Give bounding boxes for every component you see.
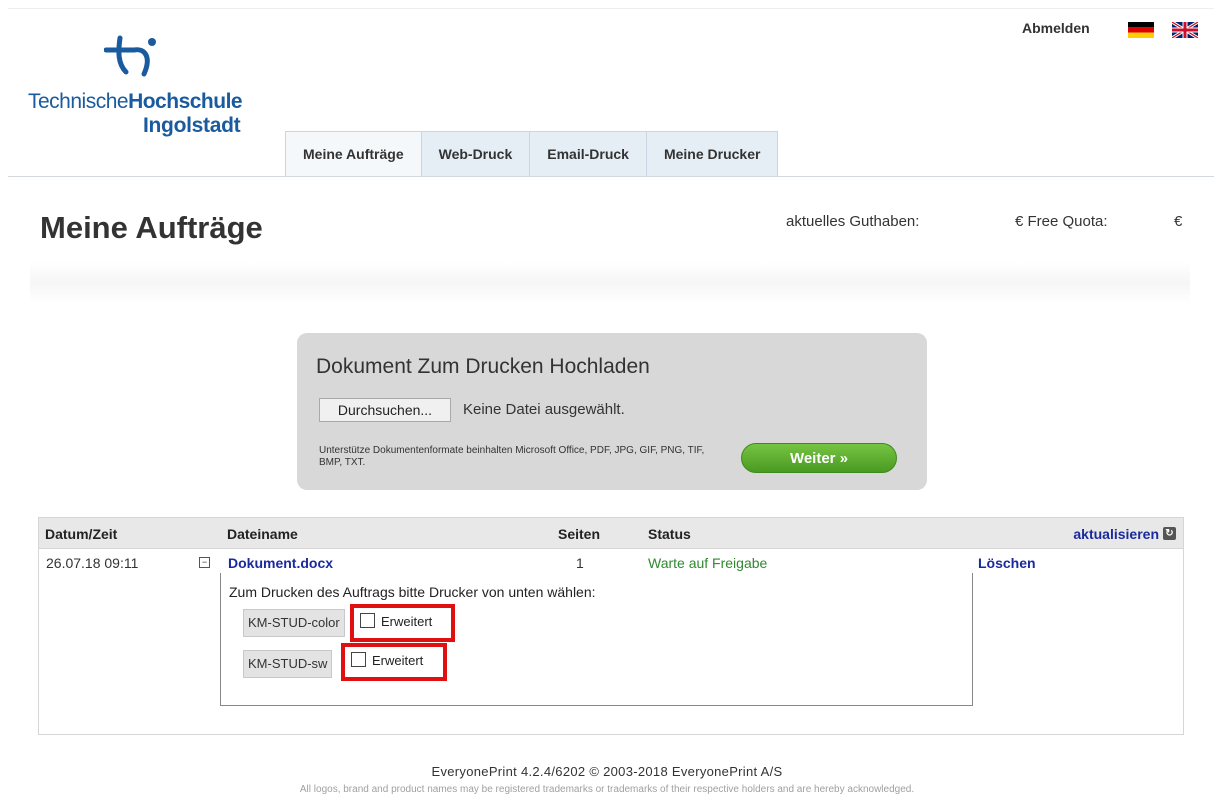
refresh-link[interactable]: aktualisieren xyxy=(1073,526,1159,542)
table-row: 26.07.18 09:11 − Dokument.docx 1 Warte a… xyxy=(39,555,1183,575)
job-filename-link[interactable]: Dokument.docx xyxy=(228,555,333,571)
printer-selection-hint: Zum Drucken des Auftrags bitte Drucker v… xyxy=(229,584,596,600)
jobs-table: Datum/Zeit Dateiname Seiten Status aktua… xyxy=(38,517,1184,735)
column-header-status: Status xyxy=(648,526,691,542)
job-status: Warte auf Freigabe xyxy=(648,555,768,571)
no-file-text: Keine Datei ausgewählt. xyxy=(463,401,625,418)
collapse-toggle-icon[interactable]: − xyxy=(199,557,210,568)
thi-logo-mark-icon xyxy=(104,35,156,77)
supported-formats-text: Unterstütze Dokumentenformate beinhalten… xyxy=(319,445,705,468)
german-flag-icon[interactable] xyxy=(1128,22,1154,38)
footer-copyright: EveryonePrint 4.2.4/6202 © 2003-2018 Eve… xyxy=(431,764,783,779)
printer-button-color[interactable]: KM-STUD-color xyxy=(243,609,345,637)
uk-flag-icon[interactable] xyxy=(1172,22,1198,38)
footer-trademark-notice: All logos, brand and product names may b… xyxy=(299,784,915,795)
nav-divider xyxy=(8,176,1214,177)
top-divider xyxy=(8,8,1214,9)
main-nav-tabs: Meine Aufträge Web-Druck Email-Druck Mei… xyxy=(285,131,779,177)
advanced-checkbox-bw[interactable] xyxy=(351,652,366,667)
free-quota-label: € Free Quota: xyxy=(1015,213,1108,230)
table-header: Datum/Zeit Dateiname Seiten Status aktua… xyxy=(39,518,1183,549)
logo-text-line2: Ingolstadt xyxy=(143,114,241,137)
upload-panel: Dokument Zum Drucken Hochladen Durchsuch… xyxy=(297,333,927,490)
advanced-checkbox-color[interactable] xyxy=(360,613,375,628)
next-button[interactable]: Weiter » xyxy=(741,443,897,473)
printer-selection-panel: Zum Drucken des Auftrags bitte Drucker v… xyxy=(220,573,973,706)
column-header-filename: Dateiname xyxy=(227,526,298,542)
job-pages: 1 xyxy=(576,555,584,571)
browse-button[interactable]: Durchsuchen... xyxy=(319,398,451,422)
balance-label: aktuelles Guthaben: xyxy=(786,213,920,230)
advanced-option-highlight: Erweitert xyxy=(350,604,455,642)
logo-text-line1: TechnischeHochschule xyxy=(28,90,243,113)
tab-my-printers[interactable]: Meine Drucker xyxy=(645,131,779,176)
column-header-date: Datum/Zeit xyxy=(45,526,118,542)
column-header-pages: Seiten xyxy=(558,526,601,542)
advanced-label: Erweitert xyxy=(372,653,424,668)
advanced-label: Erweitert xyxy=(381,614,433,629)
advanced-option-highlight: Erweitert xyxy=(341,643,447,681)
job-date: 26.07.18 09:11 xyxy=(46,555,139,571)
currency-symbol: € xyxy=(1174,213,1183,230)
tab-web-print[interactable]: Web-Druck xyxy=(420,131,531,176)
page-title: Meine Aufträge xyxy=(40,210,263,245)
upload-title: Dokument Zum Drucken Hochladen xyxy=(316,355,650,378)
refresh-icon[interactable]: ↻ xyxy=(1163,527,1176,540)
logo-text-regular: Technische xyxy=(28,90,129,113)
tab-my-jobs[interactable]: Meine Aufträge xyxy=(285,131,422,176)
logout-link[interactable]: Abmelden xyxy=(1022,20,1090,36)
printer-button-bw[interactable]: KM-STUD-sw xyxy=(243,650,333,678)
delete-job-link[interactable]: Löschen xyxy=(978,555,1036,571)
thi-logo[interactable]: TechnischeHochschule Ingolstadt xyxy=(28,34,288,144)
redacted-area xyxy=(30,262,1190,304)
tab-email-print[interactable]: Email-Druck xyxy=(529,131,647,176)
logo-text-bold: Hochschule xyxy=(128,90,243,113)
